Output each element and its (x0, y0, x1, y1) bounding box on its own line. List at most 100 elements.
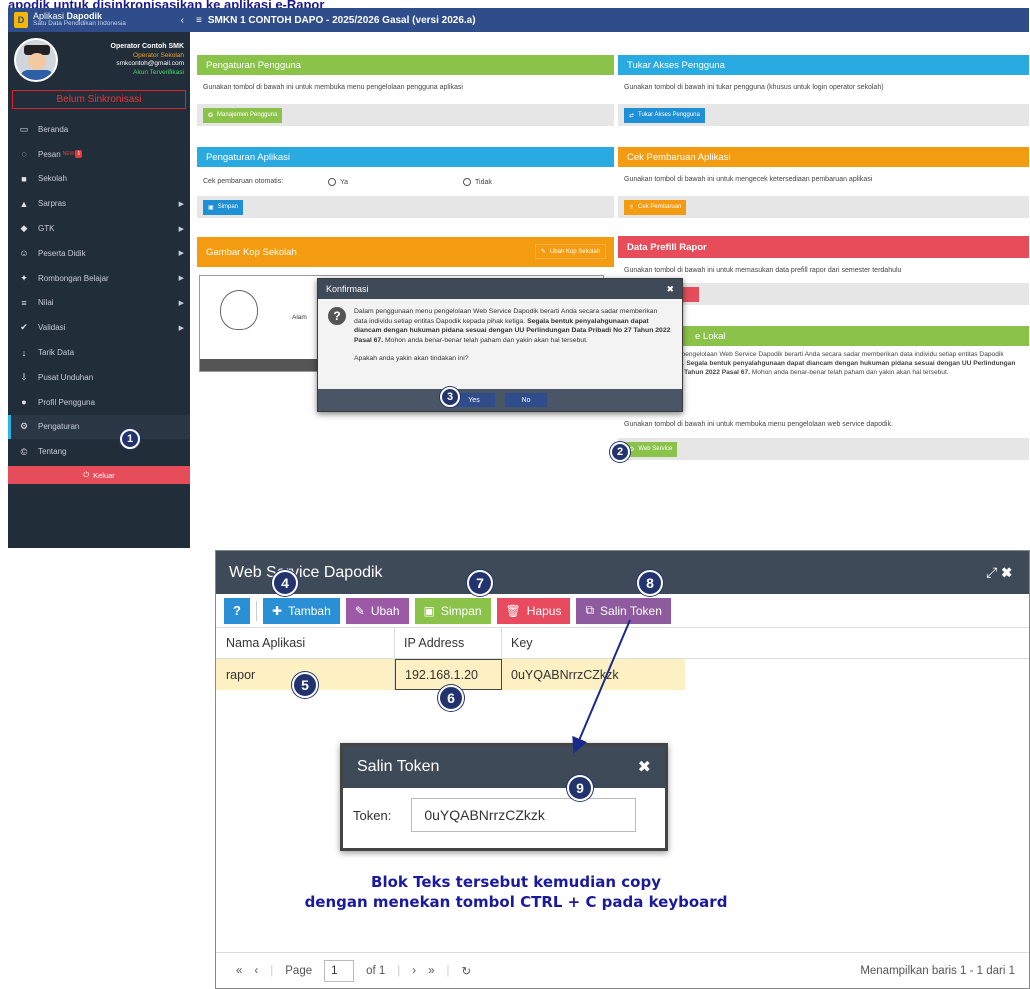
button-label: Simpan (217, 204, 239, 210)
salin-token-button[interactable]: ⧉ Salin Token (576, 597, 671, 624)
dapodik-settings-screenshot: D Aplikasi Dapodik Satu Data Pendidikan … (8, 8, 1029, 548)
beranda-icon: ▭ (19, 123, 29, 134)
user-email: smkcontoh@gmail.com (116, 60, 184, 68)
step-marker-3: 3 (440, 387, 460, 407)
sidebar-item-tarik-data[interactable]: ↓ Tarik Data (8, 340, 190, 365)
sidebar-item-label: Rombongan Belajar (38, 273, 109, 283)
radio-label: Ya (340, 178, 349, 186)
sidebar-item-label: Sarpras (38, 199, 67, 209)
kop-text: Alam (292, 314, 307, 321)
first-page-icon[interactable]: « (236, 965, 242, 977)
sidebar-item-sarpras[interactable]: ▲ Sarpras ▶ (8, 191, 190, 216)
button-label: Salin Token (600, 603, 662, 618)
button-label: Simpan (440, 603, 482, 618)
tambah-button[interactable]: ✚ Tambah (263, 597, 340, 624)
plus-icon: ✚ (272, 603, 283, 618)
step-marker-5: 5 (292, 672, 318, 698)
sidebar-item-profil-pengguna[interactable]: ● Profil Pengguna (8, 390, 190, 415)
message-end: Mohon anda benar-benar telah paham dan y… (383, 336, 588, 344)
panel-footer: ✪ Manajemen Pengguna (197, 104, 614, 126)
page-input[interactable]: 1 (324, 959, 355, 982)
users-icon: ✪ (208, 112, 214, 119)
close-icon[interactable]: ✖ (638, 757, 651, 777)
logout-button[interactable]: ⏻ Keluar (8, 466, 190, 485)
sidebar-collapse-icon[interactable]: ‹ (181, 15, 184, 26)
close-icon[interactable]: ✖ (666, 284, 674, 295)
no-button[interactable]: No (505, 393, 547, 407)
button-label: Tambah (288, 603, 331, 618)
sidebar-item-gtk[interactable]: ◆ GTK ▶ (8, 216, 190, 241)
upload-icon: ⇧ (629, 204, 635, 211)
sidebar-item-tentang[interactable]: © Tentang (8, 439, 190, 464)
hamburger-icon[interactable]: ≡ (196, 15, 202, 26)
step-marker-9: 9 (567, 775, 593, 801)
refresh-icon[interactable]: ↻ (462, 964, 472, 978)
web-service-button[interactable]: ⚙ Web Service (624, 441, 678, 457)
sidebar-item-label: GTK (38, 224, 55, 234)
radio-ya[interactable]: Ya (328, 177, 463, 186)
toolbar: ? ✚ Tambah ✎ Ubah ▣ Simpan 🗑 Hapus ⧉ Salin To… (216, 594, 1029, 628)
column-header: Key (511, 636, 533, 650)
table-row[interactable]: rapor 192.168.1.20 0uYQABNrrzCZkzk (216, 659, 1029, 690)
simpan-button[interactable]: ▣ Simpan (203, 199, 244, 215)
instruction-line: dengan menekan tombol CTRL + C pada keyb… (304, 892, 728, 911)
manajemen-pengguna-button[interactable]: ✪ Manajemen Pengguna (203, 107, 283, 123)
panel-title-text: Gambar Kop Sekolah (206, 246, 297, 258)
close-icon[interactable]: ✖ (1001, 564, 1016, 580)
simpan-button[interactable]: ▣ Simpan (414, 597, 491, 624)
cek-pembaruan-button[interactable]: ⇧ Cek Pembaruan (624, 199, 687, 215)
sidebar-item-rombongan-belajar[interactable]: ✦ Rombongan Belajar ▶ (8, 266, 190, 291)
sidebar-item-validasi[interactable]: ✔ Validasi ▶ (8, 315, 190, 340)
button-label: Ubah (370, 603, 400, 618)
brand-bar: D Aplikasi Dapodik Satu Data Pendidikan … (8, 8, 190, 32)
next-page-icon[interactable]: › (412, 965, 416, 977)
sidebar-item-sekolah[interactable]: ■ Sekolah (8, 167, 190, 192)
sidebar-item-label: Sekolah (38, 174, 67, 184)
panel-options: Cek pembaruan otomatis: Ya Tidak (197, 167, 614, 196)
dialog-body: Token: 0uYQABNrrzCZkzk (343, 788, 665, 842)
panel-title: Gambar Kop Sekolah ✎ Ubah Kop Sekolah (197, 237, 614, 267)
auto-update-label: Cek pembaruan otomatis: (203, 178, 284, 185)
chevron-right-icon: ▶ (178, 324, 184, 332)
panel-cek-pembaruan: Cek Pembaruan Aplikasi Gunakan tombol di… (618, 147, 1029, 218)
power-icon: ⏻ (83, 470, 90, 480)
ubah-kop-button[interactable]: ✎ Ubah Kop Sekolah (534, 244, 606, 259)
panel-footer: ▣ Simpan (197, 196, 614, 218)
copy-icon: ⧉ (585, 603, 595, 617)
chevron-right-icon: ▶ (178, 299, 184, 307)
sidebar-item-label: Beranda (38, 124, 69, 134)
sidebar-item-beranda[interactable]: ▭ Beranda (8, 117, 190, 142)
instruction-line: Blok Teks tersebut kemudian copy (371, 873, 661, 891)
page-title: SMKN 1 CONTOH DAPO - 2025/2026 Gasal (ve… (207, 14, 476, 26)
sidebar-item-pesan[interactable]: ◌ Pesan NEW 1 (8, 142, 190, 167)
button-label: Ubah Kop Sekolah (549, 248, 600, 255)
panel-desc: Gunakan tombol di bawah ini tukar penggu… (624, 84, 884, 91)
token-label: Token: (353, 807, 392, 823)
new-tag: NEW (62, 151, 75, 158)
help-button[interactable]: ? (224, 597, 250, 624)
web-service-window: Web Service Dapodik ⤢✖ ? ✚ Tambah ✎ Ubah ▣… (215, 550, 1030, 989)
hapus-button[interactable]: 🗑 Hapus (496, 597, 571, 624)
maximize-icon[interactable]: ⤢ (986, 564, 1001, 580)
ubah-button[interactable]: ✎ Ubah (345, 597, 409, 624)
sync-status-badge[interactable]: Belum Sinkronisasi (12, 90, 186, 109)
tukar-akses-button[interactable]: ⇄ Tukar Akses Pengguna (624, 107, 705, 123)
pesan-icon: ◌ (21, 149, 27, 160)
button-label: Web Service (638, 446, 673, 452)
panel-title: Pengaturan Aplikasi (197, 147, 614, 167)
sidebar-item-peserta-didik[interactable]: ☺ Peserta Didik ▶ (8, 241, 190, 266)
sidebar-item-nilai[interactable]: ≡ Nilai ▶ (8, 291, 190, 316)
sidebar-item-pengaturan[interactable]: ⚙ Pengaturan (8, 414, 190, 440)
token-field[interactable]: 0uYQABNrrzCZkzk (411, 798, 637, 832)
column-header: IP Address (395, 628, 502, 658)
pager-divider: | (446, 964, 450, 977)
profil-pengguna-icon: ● (21, 397, 27, 408)
web-service-screenshot: Web Service Dapodik ⤢✖ ? ✚ Tambah ✎ Ubah ▣… (215, 550, 1030, 989)
cell-key[interactable]: 0uYQABNrrzCZkzk (502, 659, 685, 690)
last-page-icon[interactable]: » (428, 965, 434, 977)
rows-info: Menampilkan baris 1 - 1 dari 1 (860, 964, 1015, 977)
radio-tidak[interactable]: Tidak (463, 177, 492, 186)
sidebar-item-pusat-unduhan[interactable]: ⇩ Pusat Unduhan (8, 365, 190, 390)
peserta-didik-icon: ☺ (19, 248, 29, 259)
prev-page-icon[interactable]: ‹ (254, 965, 258, 977)
